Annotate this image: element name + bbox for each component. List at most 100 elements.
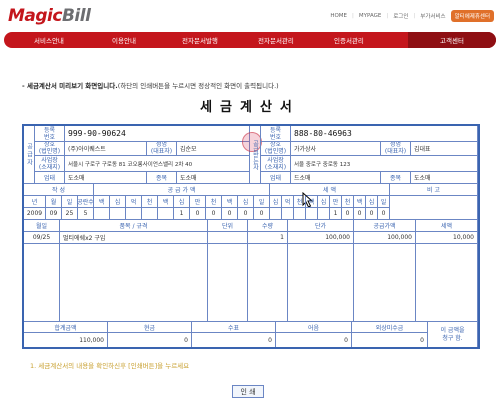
note-header: 비 고 — [390, 184, 478, 196]
row1-item: 멀티에쉐x2 구입 — [60, 232, 208, 244]
supply-digit-header: 십 — [110, 196, 126, 208]
date-value-2: 25 — [62, 208, 78, 220]
nav-certificate[interactable]: 인증서관리 — [334, 35, 364, 45]
row1-qty: 1 — [248, 232, 288, 244]
note-value — [390, 196, 478, 220]
claim-text: 이 금액을 청구 함. — [428, 322, 478, 347]
nav-issue-document[interactable]: 전자문서발행 — [182, 35, 218, 45]
supply-digit-header: 백 — [222, 196, 238, 208]
tax-digit-header: 억 — [282, 196, 294, 208]
tax-digit-header: 일 — [378, 196, 390, 208]
login-link[interactable]: 로그인 — [393, 12, 408, 20]
supply-digit-value — [142, 208, 158, 220]
receiver-name: 가가상사 — [291, 142, 381, 156]
nav-manage-document[interactable]: 전자문서관리 — [258, 35, 294, 45]
row1-tax: 10,000 — [416, 232, 478, 244]
supply-digit-value — [126, 208, 142, 220]
tax-digit-header: 십 — [270, 196, 282, 208]
supplier-type-label: 업태 — [35, 172, 65, 184]
supplier-rep: 김순모 — [177, 142, 250, 156]
tax-digit-header: 백 — [354, 196, 366, 208]
preview-notice: - 세금계산서 미리보기 화면입니다.(하단의 인쇄버튼을 누르시면 정상적인 … — [22, 82, 279, 90]
receiver-item-label: 종목 — [381, 172, 411, 184]
write-date-header: 작 성 — [24, 184, 94, 196]
check-value: 0 — [192, 333, 276, 347]
tax-digit-value — [318, 208, 330, 220]
col-qty-header: 수량 — [248, 220, 288, 232]
supplier-type: 도소매 — [65, 172, 147, 184]
receiver-rep-label: 성명 (대표자) — [381, 142, 411, 156]
supply-digit-value: 0 — [206, 208, 222, 220]
total-amount-header: 합계금액 — [24, 322, 108, 333]
receiver-name-label: 상호 (법인명) — [261, 142, 291, 156]
supply-digit-value — [158, 208, 174, 220]
tax-digit-value — [282, 208, 294, 220]
tax-digit-value — [294, 208, 306, 220]
document-title: 세금계산서 — [200, 100, 300, 115]
supply-digit-header: 천 — [142, 196, 158, 208]
partner-center-button[interactable]: 알티에제휴센터 — [450, 10, 494, 22]
receivable-value: 0 — [352, 333, 428, 347]
supplier-rep-label: 성명 (대표자) — [147, 142, 177, 156]
magicbill-logo[interactable]: MagicBill — [8, 6, 91, 26]
col-supply-header: 공급가액 — [354, 220, 416, 232]
mypage-link[interactable]: MYPAGE — [359, 13, 381, 19]
row1-supply: 100,000 — [354, 232, 416, 244]
receiver-item: 도소매 — [411, 172, 478, 184]
home-link[interactable]: HOME — [330, 13, 347, 19]
tax-digit-value — [270, 208, 282, 220]
supply-digit-value: 0 — [238, 208, 254, 220]
note-bill-value: 0 — [276, 333, 352, 347]
date-header-0: 년 — [24, 196, 46, 208]
supply-digit-header: 십 — [174, 196, 190, 208]
row1-date: 09/25 — [24, 232, 60, 244]
empty-rows-price — [288, 244, 354, 322]
receiver-type-label: 업태 — [261, 172, 291, 184]
empty-rows-qty — [248, 244, 288, 322]
supplier-reg-label: 등록 번호 — [35, 126, 65, 142]
supplier-address: 서울시 구로구 구로동 81 코오롱사이언스밸리 2차 40 — [65, 156, 250, 172]
row1-unit — [208, 232, 248, 244]
top-links: HOME | MYPAGE | 로그인 | 부가서비스 알티에제휴센터 — [330, 10, 494, 22]
nav-usage-guide[interactable]: 이용안내 — [112, 35, 136, 45]
date-value-0: 2009 — [24, 208, 46, 220]
receiver-type: 드소매 — [291, 172, 381, 184]
tax-digit-value: 0 — [354, 208, 366, 220]
nav-customer-center[interactable]: 고객센터 — [408, 32, 496, 48]
supplier-item: 도소매 — [177, 172, 250, 184]
col-price-header: 단가 — [288, 220, 354, 232]
receiver-addr-label: 사업장 (소재지) — [261, 156, 291, 172]
supply-digit-header: 일 — [254, 196, 270, 208]
supply-digit-value: 0 — [190, 208, 206, 220]
supply-digit-value — [110, 208, 126, 220]
date-header-2: 일 — [62, 196, 78, 208]
supply-digit-value: 1 — [174, 208, 190, 220]
tax-digit-header: 천 — [294, 196, 306, 208]
tax-digit-header: 천 — [342, 196, 354, 208]
supply-digit-header: 억 — [126, 196, 142, 208]
date-value-3: 5 — [78, 208, 94, 220]
col-date-header: 월일 — [24, 220, 60, 232]
main-nav: 서비스안내 이용안내 전자문서발행 전자문서관리 인증서관리 고객센터 — [4, 32, 496, 48]
supply-digit-header: 만 — [190, 196, 206, 208]
print-button[interactable]: 인 쇄 — [232, 385, 264, 398]
receiver-reg-no: 888-80-46963 — [291, 126, 478, 142]
supplier-side-label: 공급자 — [24, 126, 35, 184]
supply-digit-value: 0 — [222, 208, 238, 220]
date-header-3: 공란수 — [78, 196, 94, 208]
empty-rows-tax — [416, 244, 478, 322]
check-header: 수표 — [192, 322, 276, 333]
tax-invoice-form: 공급자 등록 번호 999-90-90624 상호 (법인명) (주)아이퀘스트 성… — [22, 124, 480, 349]
empty-rows-item — [60, 244, 208, 322]
tax-digit-value: 1 — [330, 208, 342, 220]
tax-digit-header: 십 — [318, 196, 330, 208]
extra-services-link[interactable]: 부가서비스 — [420, 12, 445, 20]
supply-digit-header: 백 — [158, 196, 174, 208]
receiver-side-label: 공급받는자 — [250, 126, 261, 184]
supplier-addr-label: 사업장 (소재지) — [35, 156, 65, 172]
nav-service-info[interactable]: 서비스안내 — [34, 35, 64, 45]
supply-digit-value — [94, 208, 110, 220]
tax-digit-value: 0 — [378, 208, 390, 220]
empty-rows-unit — [208, 244, 248, 322]
receiver-address: 서울 중로구 중로동 123 — [291, 156, 478, 172]
